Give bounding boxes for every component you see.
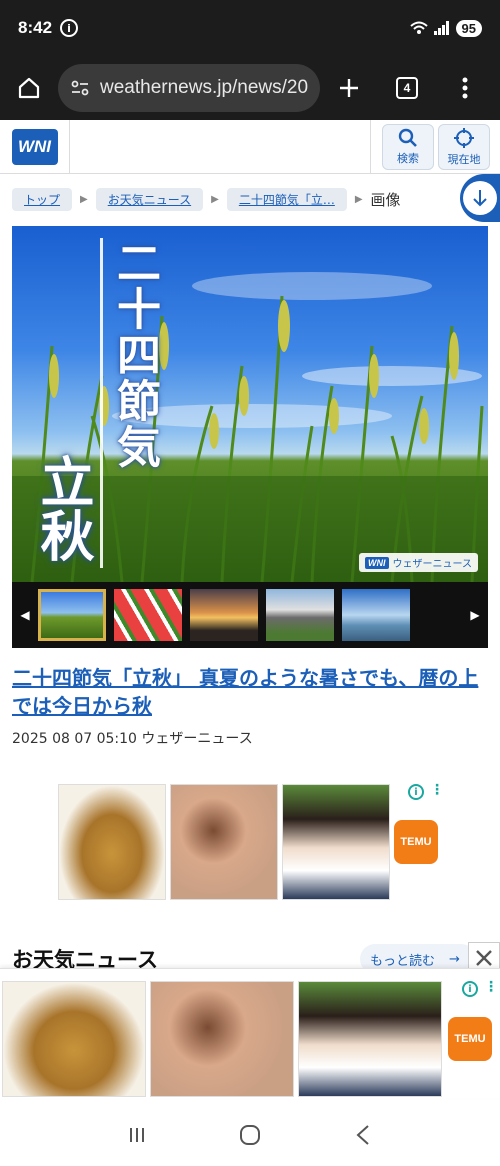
breadcrumb-current: 画像 <box>370 190 401 209</box>
plus-icon <box>340 79 358 97</box>
ad-menu-icon[interactable]: ⋮ <box>484 979 498 995</box>
bottom-ad-images[interactable] <box>2 981 442 1097</box>
carousel-prev-button[interactable]: ◀ <box>12 582 38 648</box>
tab-switcher-button[interactable]: 4 <box>378 56 436 120</box>
search-button[interactable]: 検索 <box>382 124 434 170</box>
url-text[interactable]: weathernews.jp/news/20 <box>100 77 308 99</box>
hero-vertical-title: 二十四節気 <box>109 240 160 470</box>
carousel-next-button[interactable]: ▶ <box>462 582 488 648</box>
ad-menu-icon[interactable]: ⋮ <box>430 782 444 798</box>
more-label: もっと読む <box>370 953 436 969</box>
wni-logo: WNI <box>11 129 58 165</box>
hero-watermark: WNI ウェザーニュース <box>359 553 478 572</box>
logo-link[interactable]: WNI <box>0 120 70 174</box>
ad-image-person[interactable] <box>282 784 390 900</box>
site-header: WNI 検索 現在地 <box>0 120 500 174</box>
breadcrumb-top[interactable]: トップ <box>12 187 73 211</box>
thumbnail-sunset[interactable] <box>190 589 258 641</box>
breadcrumb: トップ ▶ お天気ニュース ▶ 二十四節気「立… ▶ 画像 <box>0 174 500 224</box>
breadcrumb-separator-icon: ▶ <box>211 193 219 205</box>
browser-toolbar: weathernews.jp/news/20 4 <box>0 56 500 120</box>
temu-logo[interactable]: TEMU <box>394 820 438 864</box>
arrow-down-icon <box>473 190 487 207</box>
breadcrumb-article[interactable]: 二十四節気「立… <box>226 187 347 211</box>
location-label: 現在地 <box>447 153 481 166</box>
inline-ad[interactable] <box>58 784 390 900</box>
home-icon <box>18 77 40 99</box>
browser-menu-button[interactable] <box>436 56 494 120</box>
home-button[interactable] <box>0 56 58 120</box>
header-divider <box>370 120 371 174</box>
arrow-right-icon: → <box>449 951 460 967</box>
recents-button[interactable] <box>117 1115 157 1155</box>
ad-image-cloak[interactable] <box>2 981 146 1097</box>
wni-mini-logo: WNI <box>365 556 389 569</box>
home-nav-button[interactable] <box>230 1115 270 1155</box>
current-location-button[interactable]: 現在地 <box>438 124 490 170</box>
temu-logo[interactable]: TEMU <box>448 1017 492 1061</box>
sticky-bottom-ad[interactable]: i ⋮ TEMU <box>0 968 500 1098</box>
close-icon <box>476 950 492 966</box>
recents-icon <box>129 1128 144 1142</box>
more-vert-icon <box>462 77 468 99</box>
ad-info-icon[interactable]: i <box>462 981 478 997</box>
article-dateline: 2025 08 07 05:10 ウェザーニュース <box>12 731 253 747</box>
ad-image-insects[interactable] <box>170 784 278 900</box>
tab-count: 4 <box>396 77 418 99</box>
scroll-down-button[interactable] <box>460 174 500 222</box>
site-settings-icon[interactable] <box>70 78 90 98</box>
temu-brand-text: TEMU <box>400 836 432 848</box>
signal-icon <box>433 21 449 35</box>
hero-image[interactable]: 二十四節気 立秋 WNI ウェザーニュース <box>12 226 488 582</box>
ad-image-cloak[interactable] <box>58 784 166 900</box>
info-icon: i <box>60 19 79 37</box>
status-bar: 8:42 i 95 <box>0 0 500 56</box>
ad-image-insects[interactable] <box>150 981 294 1097</box>
battery-indicator: 95 <box>455 19 482 37</box>
system-navigation-bar <box>0 1104 500 1166</box>
watermark-text: ウェザーニュース <box>392 559 473 570</box>
search-icon <box>398 128 417 147</box>
new-tab-button[interactable] <box>320 56 378 120</box>
address-bar[interactable]: weathernews.jp/news/20 <box>58 64 320 112</box>
ad-info-icon[interactable]: i <box>408 784 424 800</box>
thumbnail-carousel: ◀ ▶ <box>12 582 488 648</box>
breadcrumb-separator-icon: ▶ <box>354 193 363 205</box>
status-time: 8:42 <box>18 18 53 37</box>
home-circle-icon <box>239 1125 260 1145</box>
location-target-icon <box>454 128 474 148</box>
back-icon <box>356 1125 369 1145</box>
hero-big-title: 立秋 <box>31 454 95 562</box>
back-button[interactable] <box>343 1115 383 1155</box>
thumbnail-sea[interactable] <box>342 589 410 641</box>
thumbnail-rice-field[interactable] <box>38 589 106 641</box>
breadcrumb-separator-icon: ▶ <box>80 193 88 205</box>
breadcrumb-weather-news[interactable]: お天気ニュース <box>95 187 204 211</box>
ad-image-person[interactable] <box>298 981 442 1097</box>
thumbnail-watermelon[interactable] <box>114 589 182 641</box>
temu-brand-text: TEMU <box>454 1033 486 1045</box>
article-headline[interactable]: 二十四節気「立秋」 真夏のような暑さでも、暦の上では今日から秋 <box>12 664 488 720</box>
thumbnail-house[interactable] <box>266 589 334 641</box>
search-label: 検索 <box>397 152 419 165</box>
wifi-icon <box>409 21 428 34</box>
